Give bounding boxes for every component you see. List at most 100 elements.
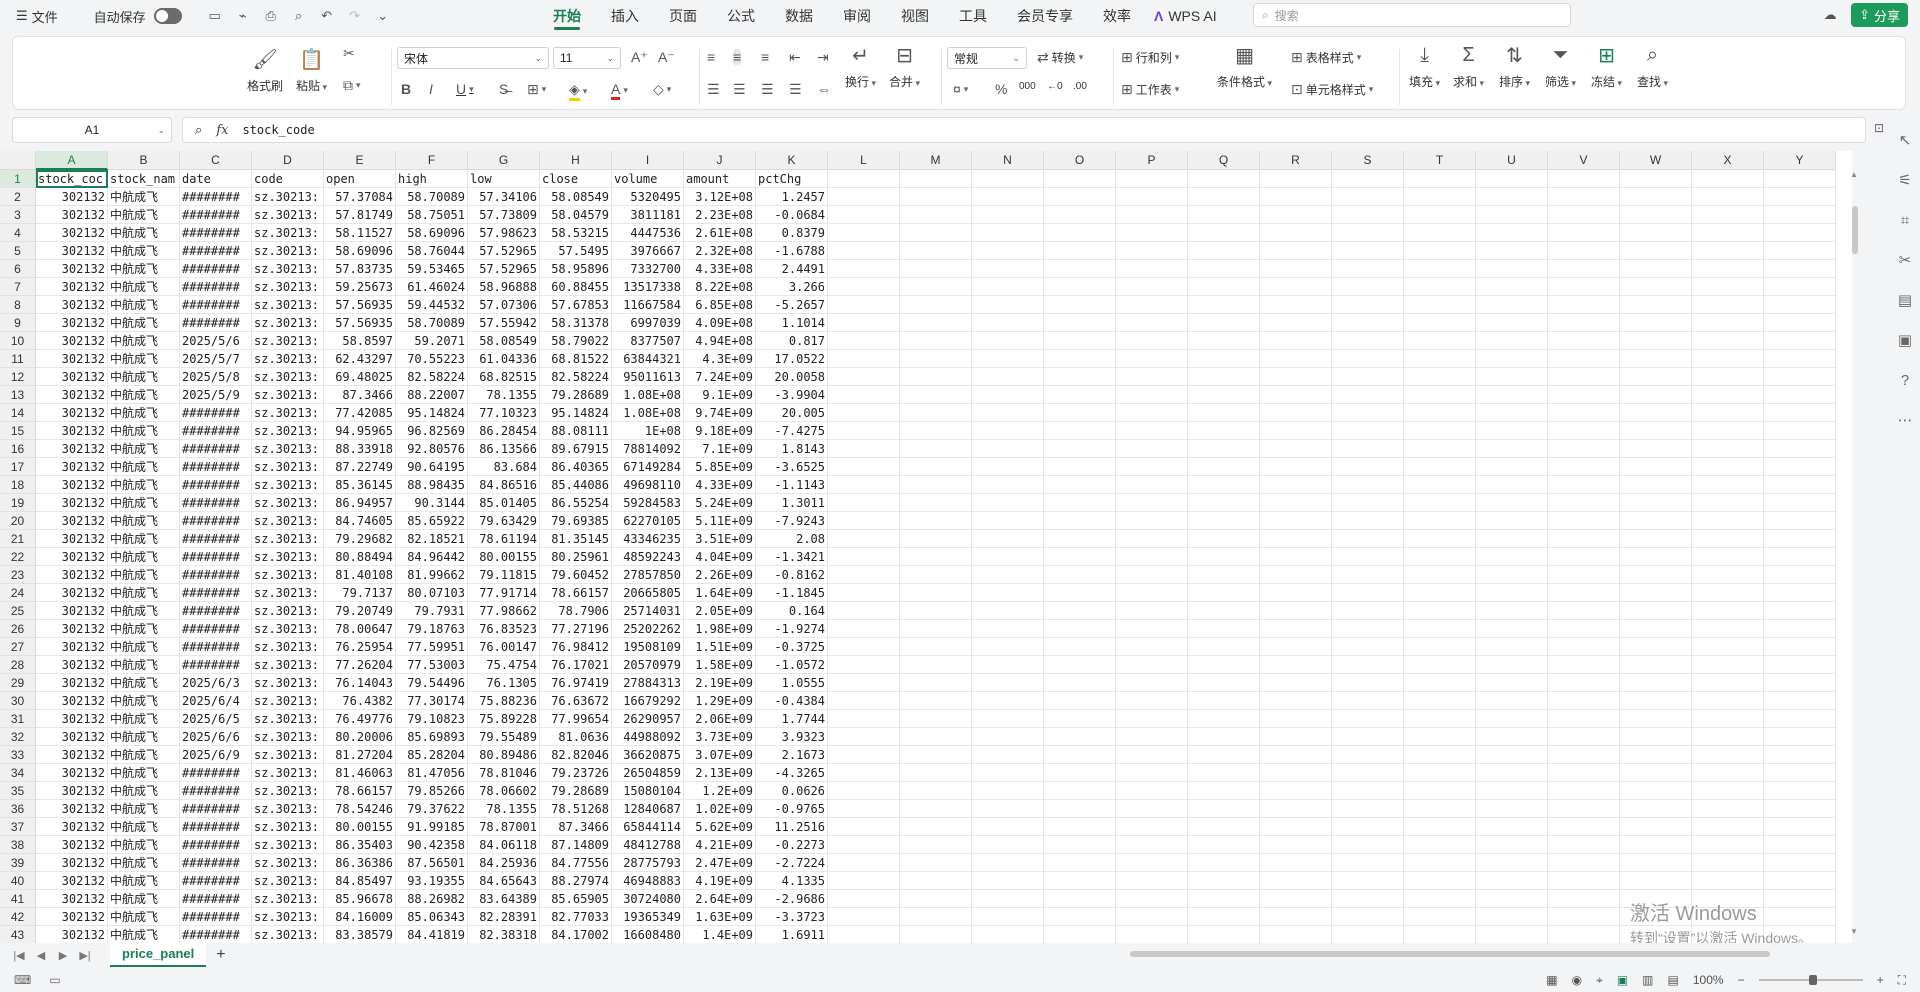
cell-I43[interactable]: 16608480	[612, 926, 684, 943]
cell-R29[interactable]	[1260, 674, 1332, 692]
cell-E43[interactable]: 83.38579	[324, 926, 396, 943]
cell-C17[interactable]: ########	[180, 458, 252, 476]
cell-G35[interactable]: 78.06602	[468, 782, 540, 800]
cell-I4[interactable]: 4447536	[612, 224, 684, 242]
cell-C27[interactable]: ########	[180, 638, 252, 656]
cell-U27[interactable]	[1476, 638, 1548, 656]
cell-J24[interactable]: 1.64E+09	[684, 584, 756, 602]
cell-Q27[interactable]	[1188, 638, 1260, 656]
column-header-A[interactable]: A	[36, 151, 108, 170]
cell-G20[interactable]: 79.63429	[468, 512, 540, 530]
cell-X7[interactable]	[1692, 278, 1764, 296]
cell-R31[interactable]	[1260, 710, 1332, 728]
settings-sliders-icon[interactable]: ⚟	[1890, 160, 1920, 200]
cell-I39[interactable]: 28775793	[612, 854, 684, 872]
cell-W19[interactable]	[1620, 494, 1692, 512]
cell-G39[interactable]: 84.25936	[468, 854, 540, 872]
cell-G34[interactable]: 78.81046	[468, 764, 540, 782]
cell-R33[interactable]	[1260, 746, 1332, 764]
cell-Y1[interactable]	[1764, 170, 1836, 188]
cell-D19[interactable]: sz.30213:	[252, 494, 324, 512]
row-header[interactable]: 43	[0, 926, 36, 943]
cell-M15[interactable]	[900, 422, 972, 440]
cell-H15[interactable]: 88.08111	[540, 422, 612, 440]
cell-J29[interactable]: 2.19E+09	[684, 674, 756, 692]
cell-T17[interactable]	[1404, 458, 1476, 476]
cell-T43[interactable]	[1404, 926, 1476, 943]
cell-H5[interactable]: 57.5495	[540, 242, 612, 260]
cell-D20[interactable]: sz.30213:	[252, 512, 324, 530]
cell-R6[interactable]	[1260, 260, 1332, 278]
cell-O24[interactable]	[1044, 584, 1116, 602]
row-header[interactable]: 40	[0, 872, 36, 890]
cell-S36[interactable]	[1332, 800, 1404, 818]
cell-D5[interactable]: sz.30213:	[252, 242, 324, 260]
cell-Q24[interactable]	[1188, 584, 1260, 602]
cell-P42[interactable]	[1116, 908, 1188, 926]
cell-T39[interactable]	[1404, 854, 1476, 872]
column-header-C[interactable]: C	[180, 151, 252, 170]
cell-Q40[interactable]	[1188, 872, 1260, 890]
cell-N11[interactable]	[972, 350, 1044, 368]
cell-T18[interactable]	[1404, 476, 1476, 494]
cell-N4[interactable]	[972, 224, 1044, 242]
cell-Y2[interactable]	[1764, 188, 1836, 206]
cell-C42[interactable]: ########	[180, 908, 252, 926]
cell-O33[interactable]	[1044, 746, 1116, 764]
cell-A14[interactable]: 302132	[36, 404, 108, 422]
freeze-button[interactable]: ⊞ 冻结 ▾	[1591, 41, 1622, 90]
scroll-up-icon[interactable]: ▲	[1850, 170, 1858, 179]
grid-view-icon[interactable]: ▦	[1546, 973, 1557, 987]
cell-J31[interactable]: 2.06E+09	[684, 710, 756, 728]
cell-X5[interactable]	[1692, 242, 1764, 260]
cell-P21[interactable]	[1116, 530, 1188, 548]
cell-W28[interactable]	[1620, 656, 1692, 674]
cell-G41[interactable]: 83.64389	[468, 890, 540, 908]
cell-U29[interactable]	[1476, 674, 1548, 692]
print-preview-icon[interactable]: ⌕	[288, 5, 310, 27]
cell-N15[interactable]	[972, 422, 1044, 440]
cell-S31[interactable]	[1332, 710, 1404, 728]
cell-P5[interactable]	[1116, 242, 1188, 260]
cell-N35[interactable]	[972, 782, 1044, 800]
cell-E2[interactable]: 57.37084	[324, 188, 396, 206]
cell-N7[interactable]	[972, 278, 1044, 296]
cell-H18[interactable]: 85.44086	[540, 476, 612, 494]
cell-G10[interactable]: 58.08549	[468, 332, 540, 350]
cell-H7[interactable]: 60.88455	[540, 278, 612, 296]
cell-R5[interactable]	[1260, 242, 1332, 260]
cell-A41[interactable]: 302132	[36, 890, 108, 908]
cell-D29[interactable]: sz.30213:	[252, 674, 324, 692]
cell-E22[interactable]: 80.88494	[324, 548, 396, 566]
cell-J9[interactable]: 4.09E+08	[684, 314, 756, 332]
cell-B27[interactable]: 中航成飞	[108, 638, 180, 656]
cell-A5[interactable]: 302132	[36, 242, 108, 260]
cell-F16[interactable]: 92.80576	[396, 440, 468, 458]
cell-B17[interactable]: 中航成飞	[108, 458, 180, 476]
worksheet-button[interactable]: ⊞ 工作表 ▾	[1121, 81, 1179, 98]
cell-E16[interactable]: 88.33918	[324, 440, 396, 458]
tab-6[interactable]: 视图	[886, 0, 944, 32]
cell-D7[interactable]: sz.30213:	[252, 278, 324, 296]
cell-C12[interactable]: 2025/5/8	[180, 368, 252, 386]
number-format-select[interactable]: 常规 ⌄	[947, 47, 1027, 69]
cell-H39[interactable]: 84.77556	[540, 854, 612, 872]
cell-J33[interactable]: 3.07E+09	[684, 746, 756, 764]
cell-V42[interactable]	[1548, 908, 1620, 926]
cell-U16[interactable]	[1476, 440, 1548, 458]
cell-N39[interactable]	[972, 854, 1044, 872]
cell-F32[interactable]: 85.69893	[396, 728, 468, 746]
cell-M13[interactable]	[900, 386, 972, 404]
cell-N21[interactable]	[972, 530, 1044, 548]
cell-K8[interactable]: -5.2657	[756, 296, 828, 314]
cell-T33[interactable]	[1404, 746, 1476, 764]
cell-Q32[interactable]	[1188, 728, 1260, 746]
cell-W33[interactable]	[1620, 746, 1692, 764]
fill-button[interactable]: ⤓ 填充 ▾	[1409, 41, 1440, 90]
cell-A7[interactable]: 302132	[36, 278, 108, 296]
row-header[interactable]: 22	[0, 548, 36, 566]
row-header[interactable]: 9	[0, 314, 36, 332]
cell-D42[interactable]: sz.30213:	[252, 908, 324, 926]
cell-E18[interactable]: 85.36145	[324, 476, 396, 494]
cell-U3[interactable]	[1476, 206, 1548, 224]
